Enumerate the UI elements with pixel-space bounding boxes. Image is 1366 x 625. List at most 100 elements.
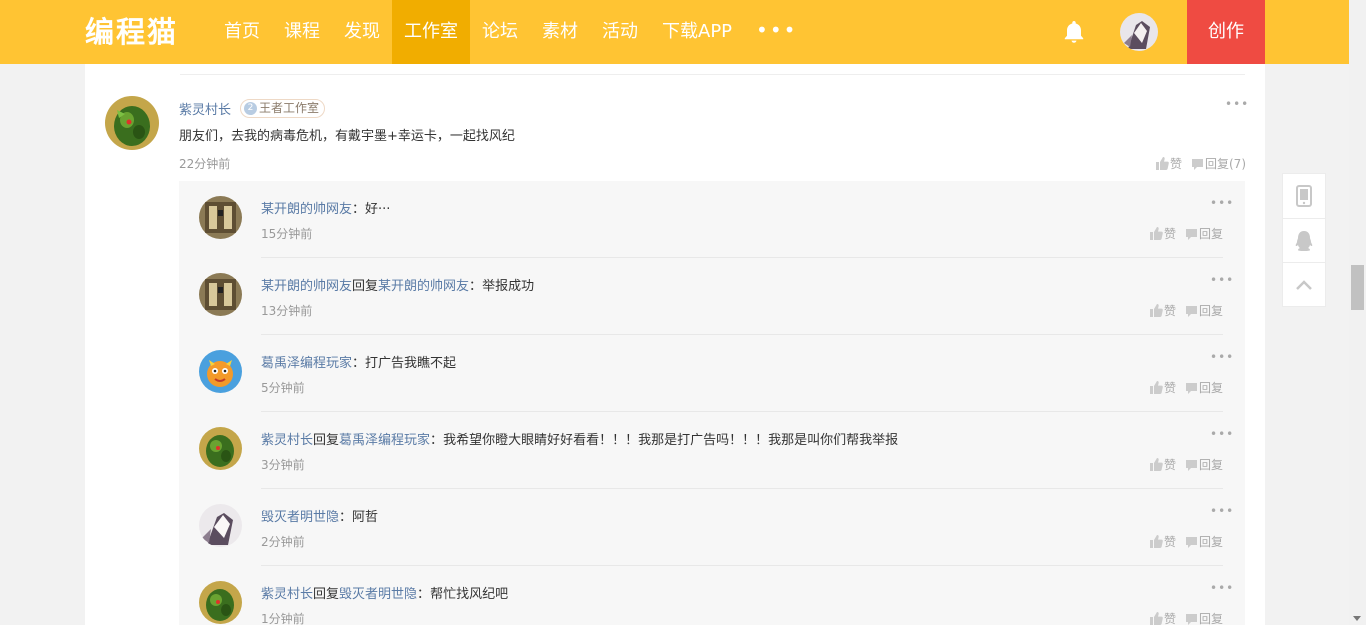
reply-text: 葛禹泽编程玩家：打广告我瞧不起 — [261, 352, 456, 371]
nav-materials[interactable]: 素材 — [530, 0, 590, 64]
like-button[interactable]: 赞 — [1149, 379, 1176, 396]
qq-icon[interactable] — [1283, 218, 1325, 262]
reply-content: 打广告我瞧不起 — [365, 356, 457, 371]
avatar[interactable] — [199, 350, 242, 393]
back-to-top-icon[interactable] — [1283, 262, 1325, 306]
reply-author[interactable]: 毁灭者明世隐 — [261, 510, 339, 525]
thumbs-up-icon — [1156, 157, 1169, 170]
reply-content: 举报成功 — [482, 279, 535, 294]
comment-icon — [1186, 383, 1197, 394]
nav-discover[interactable]: 发现 — [332, 0, 392, 64]
reply-label: 回复 — [1199, 381, 1224, 395]
nav-studio[interactable]: 工作室 — [392, 0, 470, 64]
avatar[interactable] — [199, 504, 242, 547]
reply-button[interactable]: 回复 — [1185, 225, 1223, 242]
scroll-down-arrow-icon[interactable] — [1353, 616, 1361, 621]
comment-author[interactable]: 紫灵村长 — [179, 99, 231, 118]
reply-label: 回复 — [1199, 227, 1224, 241]
like-label: 赞 — [1164, 381, 1177, 395]
separator: ： — [469, 279, 483, 294]
thumbs-up-icon — [1150, 304, 1163, 317]
reply-button[interactable]: 回复 — [1185, 610, 1223, 625]
more-options-icon[interactable]: ••• — [1210, 350, 1234, 364]
reply-word: 回复 — [313, 433, 340, 448]
nav-events[interactable]: 活动 — [590, 0, 650, 64]
reply-item: 紫灵村长回复葛禹泽编程玩家：我希望你瞪大眼睛好好看看！！！我那是打广告吗！！！我… — [179, 412, 1245, 489]
comment-icon — [1186, 306, 1197, 317]
comment-icon — [1186, 229, 1197, 240]
like-label: 赞 — [1164, 227, 1177, 241]
reply-button[interactable]: 回复 — [1185, 456, 1223, 473]
reply-content: 我希望你瞪大眼睛好好看看！！！我那是打广告吗！！！我那是叫你们帮我举报 — [443, 433, 899, 448]
reply-target-user[interactable]: 葛禹泽编程玩家 — [339, 433, 430, 448]
reply-item: 毁灭者明世隐：阿哲 2分钟前 ••• 赞 回复 — [179, 489, 1245, 566]
comment-icon — [1186, 537, 1197, 548]
comment-icon — [1186, 460, 1197, 471]
more-options-icon[interactable]: ••• — [1210, 273, 1234, 287]
reply-count-label: 回复(7) — [1205, 157, 1246, 171]
separator: ： — [352, 356, 366, 371]
like-button[interactable]: 赞 — [1149, 302, 1176, 319]
avatar[interactable] — [199, 581, 242, 624]
avatar[interactable] — [199, 427, 242, 470]
like-button[interactable]: 赞 — [1149, 610, 1176, 625]
user-avatar[interactable] — [1120, 13, 1158, 51]
nav-forum[interactable]: 论坛 — [470, 0, 530, 64]
main-nav: 首页 课程 发现 工作室 论坛 素材 活动 下载APP ••• — [212, 0, 809, 64]
like-label: 赞 — [1164, 304, 1177, 318]
separator: ： — [430, 433, 444, 448]
reply-target-user[interactable]: 某开朗的帅网友 — [378, 279, 469, 294]
more-options-icon[interactable]: ••• — [1225, 97, 1249, 111]
more-options-icon[interactable]: ••• — [1210, 427, 1234, 441]
comment-panel: 紫灵村长 2 王者工作室 朋友们，去我的病毒危机，有戴宇墨+幸运卡，一起找风纪 … — [85, 64, 1265, 625]
reply-button[interactable]: 回复 — [1185, 302, 1223, 319]
thumbs-up-icon — [1150, 612, 1163, 625]
studio-tag[interactable]: 2 王者工作室 — [240, 99, 326, 118]
nav-courses[interactable]: 课程 — [272, 0, 332, 64]
like-label: 赞 — [1164, 535, 1177, 549]
more-options-icon[interactable]: ••• — [1210, 504, 1234, 518]
page-scrollbar[interactable] — [1349, 0, 1366, 625]
like-button[interactable]: 赞 — [1155, 155, 1182, 172]
avatar[interactable] — [199, 196, 242, 239]
avatar[interactable] — [105, 96, 159, 150]
reply-item: 葛禹泽编程玩家：打广告我瞧不起 5分钟前 ••• 赞 回复 — [179, 335, 1245, 412]
reply-item: 某开朗的帅网友回复某开朗的帅网友：举报成功 13分钟前 ••• 赞 回复 — [179, 258, 1245, 335]
reply-button[interactable]: 回复(7) — [1191, 155, 1246, 172]
reply-button[interactable]: 回复 — [1185, 533, 1223, 550]
top-navbar: 编程猫 首页 课程 发现 工作室 论坛 素材 活动 下载APP ••• 创作 — [0, 0, 1349, 64]
like-button[interactable]: 赞 — [1149, 225, 1176, 242]
like-button[interactable]: 赞 — [1149, 533, 1176, 550]
separator: ： — [339, 510, 353, 525]
nav-home[interactable]: 首页 — [212, 0, 272, 64]
reply-time: 13分钟前 — [261, 304, 313, 318]
reply-content: 帮忙找风纪吧 — [430, 587, 509, 602]
scrollbar-thumb[interactable] — [1351, 265, 1364, 310]
more-options-icon[interactable]: ••• — [1210, 581, 1234, 595]
reply-author[interactable]: 紫灵村长 — [261, 433, 313, 448]
comment-time: 22分钟前 — [179, 157, 231, 171]
like-button[interactable]: 赞 — [1149, 456, 1176, 473]
site-logo[interactable]: 编程猫 — [85, 12, 178, 52]
reply-item: 某开朗的帅网友：好··· 15分钟前 ••• 赞 回复 — [179, 181, 1245, 258]
reply-author[interactable]: 葛禹泽编程玩家 — [261, 356, 352, 371]
notification-bell-icon[interactable] — [1060, 18, 1088, 46]
reply-target-user[interactable]: 毁灭者明世隐 — [339, 587, 417, 602]
reply-author[interactable]: 紫灵村长 — [261, 587, 313, 602]
level-badge: 2 — [244, 102, 257, 115]
reply-button[interactable]: 回复 — [1185, 379, 1223, 396]
create-button[interactable]: 创作 — [1187, 0, 1265, 64]
like-label: 赞 — [1164, 612, 1177, 625]
separator: ： — [352, 202, 366, 217]
thumbs-up-icon — [1150, 458, 1163, 471]
mobile-icon[interactable] — [1283, 174, 1325, 218]
thumbs-up-icon — [1150, 381, 1163, 394]
nav-more-icon[interactable]: ••• — [744, 0, 809, 64]
nav-download-app[interactable]: 下载APP — [650, 0, 744, 64]
reply-author[interactable]: 某开朗的帅网友 — [261, 279, 352, 294]
reply-text: 某开朗的帅网友：好··· — [261, 198, 390, 217]
reply-time: 5分钟前 — [261, 381, 305, 395]
avatar[interactable] — [199, 273, 242, 316]
reply-author[interactable]: 某开朗的帅网友 — [261, 202, 352, 217]
more-options-icon[interactable]: ••• — [1210, 196, 1234, 210]
